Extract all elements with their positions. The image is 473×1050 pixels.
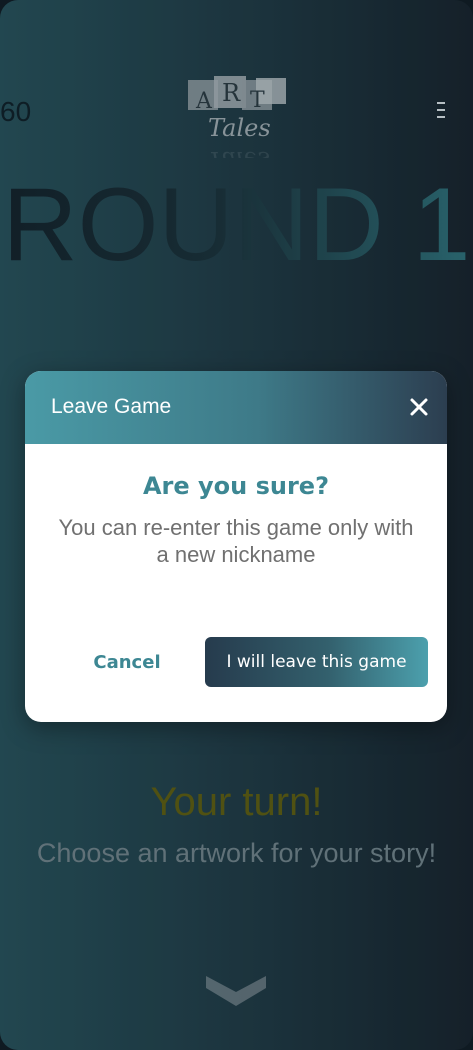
close-icon[interactable] [405, 393, 433, 421]
leave-game-dialog: Leave Game Are you sure? You can re-ente… [25, 371, 447, 722]
dialog-title: Leave Game [51, 395, 172, 418]
game-screen: 60 A R T Tales Tales ROUND 1 Your turn! … [0, 0, 473, 1050]
dialog-heading: Are you sure? [142, 472, 330, 500]
dialog-body: Are you sure? You can re-enter this game… [25, 444, 447, 722]
dialog-message: You can re-enter this game only with a n… [58, 515, 414, 567]
dialog-header: Leave Game [25, 371, 447, 444]
leave-game-button[interactable]: I will leave this game [205, 637, 428, 687]
cancel-button[interactable]: Cancel [79, 637, 175, 687]
